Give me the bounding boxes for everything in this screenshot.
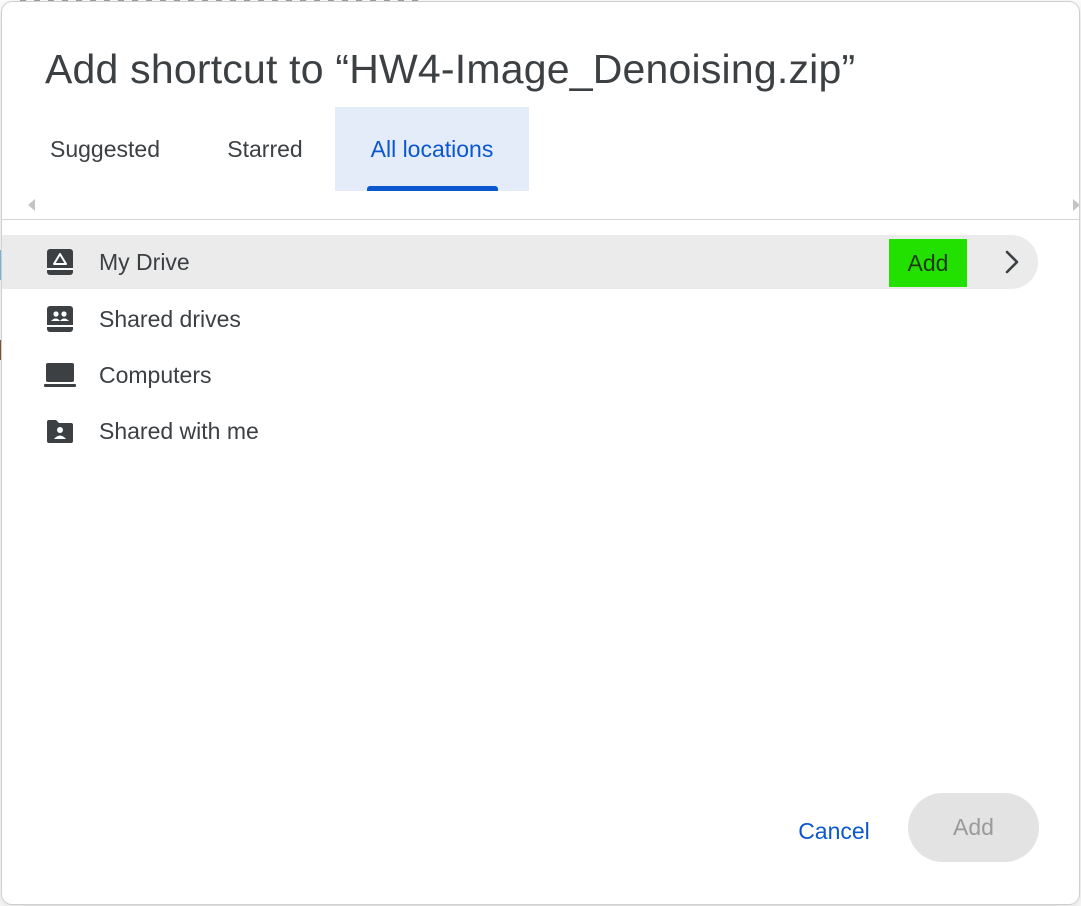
- locations-list: My Drive Add Shared drives Computers Sha…: [2, 235, 1079, 459]
- tabs-scroll-left-icon[interactable]: [28, 199, 35, 211]
- location-label: Computers: [99, 361, 212, 388]
- dialog-title: Add shortcut to “HW4-Image_Denoising.zip…: [45, 46, 856, 92]
- tab-starred[interactable]: Starred: [207, 107, 323, 191]
- chevron-right-icon[interactable]: [999, 248, 1025, 276]
- cancel-button[interactable]: Cancel: [778, 807, 890, 855]
- location-label: Shared drives: [99, 305, 241, 332]
- tabs-divider: [2, 219, 1079, 220]
- my-drive-icon: [44, 246, 76, 278]
- tab-all-locations[interactable]: All locations: [335, 107, 529, 191]
- location-label: Shared with me: [99, 417, 259, 444]
- tab-suggested[interactable]: Suggested: [30, 107, 180, 191]
- location-label: My Drive: [99, 248, 190, 275]
- shared-drives-icon: [44, 303, 76, 335]
- location-item-shared-with-me[interactable]: Shared with me: [2, 403, 1079, 459]
- location-tabs: Suggested Starred All locations: [2, 107, 1079, 193]
- add-button[interactable]: Add: [908, 793, 1039, 862]
- tabs-scroll-right-icon[interactable]: [1073, 199, 1079, 211]
- computer-icon: [44, 359, 76, 391]
- add-here-button[interactable]: Add: [889, 239, 967, 287]
- location-item-shared-drives[interactable]: Shared drives: [2, 291, 1079, 347]
- add-shortcut-dialog: Add shortcut to “HW4-Image_Denoising.zip…: [2, 2, 1079, 904]
- location-item-computers[interactable]: Computers: [2, 347, 1079, 403]
- shared-with-me-icon: [44, 415, 76, 447]
- location-item-my-drive[interactable]: My Drive Add: [2, 235, 1038, 289]
- active-tab-indicator: [367, 186, 498, 191]
